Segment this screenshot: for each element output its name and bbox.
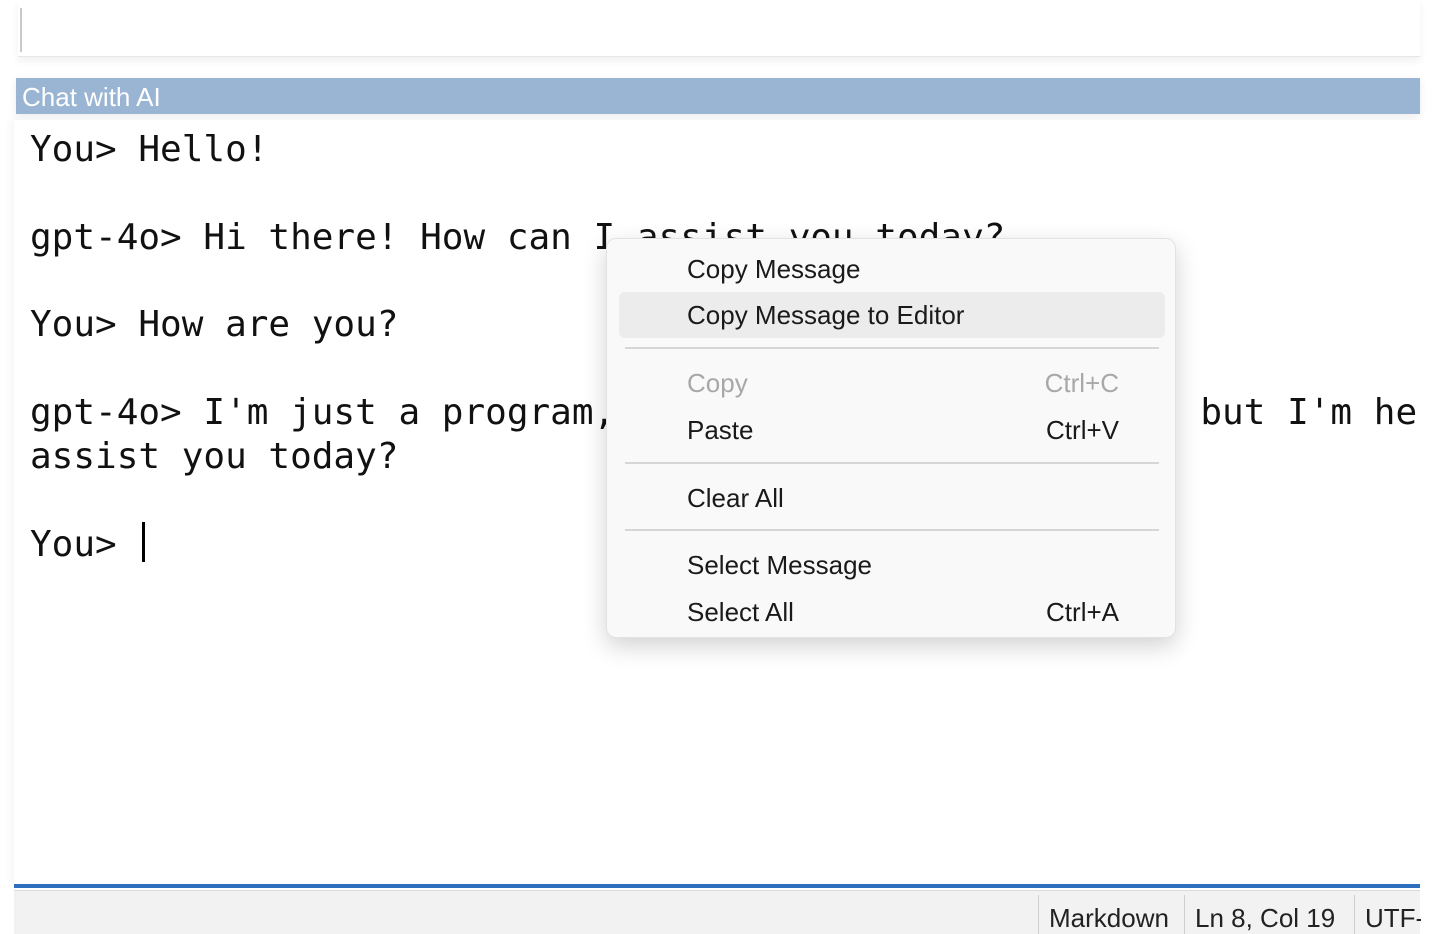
chat-line-assistant-2-cont: assist you today? — [30, 436, 399, 477]
status-encoding[interactable]: UTF-8 — [1354, 895, 1421, 934]
menu-item-shortcut: Ctrl+A — [1046, 597, 1119, 627]
menu-item-select-all[interactable]: Select All Ctrl+A — [619, 589, 1165, 635]
menu-item-paste[interactable]: Paste Ctrl+V — [619, 407, 1165, 453]
menu-separator — [625, 462, 1159, 464]
context-menu: Copy Message Copy Message to Editor Copy… — [606, 238, 1176, 638]
chat-input-line[interactable]: You> — [30, 522, 146, 567]
input-caret — [142, 522, 146, 562]
menu-item-shortcut: Ctrl+V — [1046, 415, 1119, 445]
accent-rule — [14, 884, 1420, 888]
menu-item-label: Select All — [687, 597, 794, 627]
menu-separator — [625, 529, 1159, 531]
chat-pane-title: Chat with AI — [16, 78, 1420, 114]
menu-item-label: Copy Message to Editor — [687, 300, 965, 330]
menu-item-label: Clear All — [687, 483, 784, 513]
menu-separator — [625, 347, 1159, 349]
menu-item-shortcut: Ctrl+C — [1044, 368, 1119, 398]
status-cursor-position[interactable]: Ln 8, Col 19 — [1184, 895, 1345, 934]
status-bar: Markdown Ln 8, Col 19 UTF-8 — [14, 890, 1421, 934]
chat-input-prompt: You> — [30, 524, 139, 565]
menu-item-label: Copy — [687, 368, 748, 398]
menu-item-copy[interactable]: Copy Ctrl+C — [619, 360, 1165, 406]
status-language[interactable]: Markdown — [1038, 895, 1183, 934]
top-editor-pane[interactable] — [18, 0, 1420, 57]
chat-line-user-2: You> How are you? — [30, 304, 399, 345]
menu-item-label: Paste — [687, 415, 754, 445]
menu-item-label: Copy Message — [687, 254, 861, 284]
editor-text-caret — [20, 8, 22, 52]
chat-line-user-1: You> Hello! — [30, 129, 269, 170]
menu-item-copy-message[interactable]: Copy Message — [619, 246, 1165, 292]
menu-item-label: Select Message — [687, 550, 872, 580]
menu-item-clear-all[interactable]: Clear All — [619, 475, 1165, 521]
menu-item-copy-message-to-editor[interactable]: Copy Message to Editor — [619, 292, 1165, 338]
menu-item-select-message[interactable]: Select Message — [619, 542, 1165, 588]
